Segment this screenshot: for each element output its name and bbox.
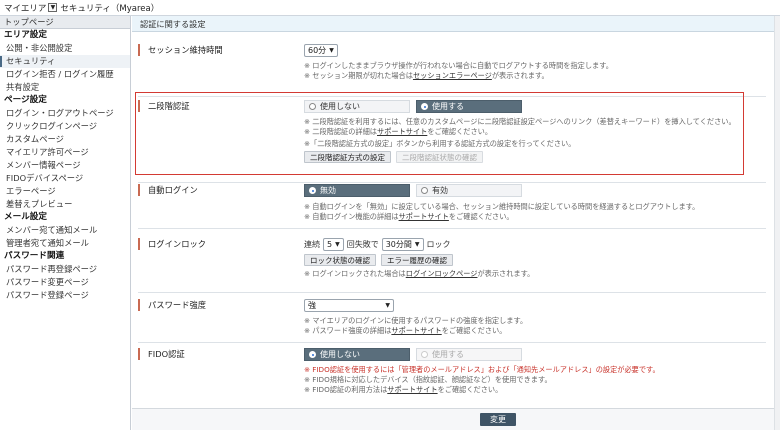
lock-page-link[interactable]: ログインロックページ bbox=[406, 269, 478, 278]
password-note-2: ※ パスワード強度の詳細はサポートサイトをご確認ください。 bbox=[304, 326, 507, 335]
session-note-2: ※ セッション期限が切れた場合はセッションエラーページが表示されます。 bbox=[304, 71, 549, 80]
autologin-note-1: ※ 自動ログインを「無効」に設定している場合、セッション維持時間に設定している時… bbox=[304, 202, 700, 211]
footer-bar: 変更 bbox=[132, 408, 774, 430]
autologin-off-radio[interactable]: 無効 bbox=[304, 184, 410, 197]
sidebar-item-admin-mail[interactable]: 管理者宛て通知メール bbox=[0, 237, 130, 250]
divider bbox=[138, 228, 766, 229]
fido-note-2: ※ FIDO規格に対応したデバイス（指紋認証、顔認証など）を使用できます。 bbox=[304, 375, 552, 384]
area-dropdown-icon[interactable]: ▼ bbox=[48, 3, 58, 12]
lock-text-1: 連続 bbox=[304, 240, 320, 249]
top-bar: マイエリア ▼ セキュリティ（Myarea） bbox=[0, 0, 780, 16]
sidebar-heading-mail: メール設定 bbox=[4, 212, 47, 222]
fido-support-link[interactable]: サポートサイト bbox=[387, 385, 437, 394]
sidebar-item-allowed[interactable]: マイエリア許可ページ bbox=[0, 146, 130, 159]
sidebar-item-click-login[interactable]: クリックログインページ bbox=[0, 120, 130, 133]
divider bbox=[138, 182, 766, 183]
fido-off-radio[interactable]: 使用しない bbox=[304, 348, 410, 361]
sidebar-item-visibility[interactable]: 公開・非公開設定 bbox=[0, 42, 130, 55]
divider bbox=[138, 342, 766, 343]
password-label: パスワード強度 bbox=[138, 299, 288, 311]
password-note-1: ※ マイエリアのログインに使用するパスワードの強度を指定します。 bbox=[304, 316, 528, 325]
panel-header: 認証に関する設定 bbox=[132, 16, 774, 32]
lock-count-select[interactable]: 5 ▼ bbox=[323, 238, 344, 251]
sidebar-item-security[interactable]: セキュリティ bbox=[0, 55, 130, 68]
chevron-down-icon: ▼ bbox=[385, 302, 390, 309]
sidebar-item-member-mail[interactable]: メンバー宛て通知メール bbox=[0, 224, 130, 237]
autologin-note-2: ※ 自動ログイン機能の詳細はサポートサイトをご確認ください。 bbox=[304, 212, 514, 221]
submit-button[interactable]: 変更 bbox=[480, 413, 516, 426]
divider bbox=[138, 292, 766, 293]
fido-note-3: ※ FIDO認証の利用方法はサポートサイトをご確認ください。 bbox=[304, 385, 503, 394]
lock-label: ログインロック bbox=[138, 238, 288, 250]
session-label: セッション維持時間 bbox=[138, 44, 288, 56]
section-title: セキュリティ（Myarea） bbox=[60, 3, 160, 14]
sidebar-item-pw-reregister[interactable]: パスワード再登録ページ bbox=[0, 263, 130, 276]
sidebar-item-login-logout[interactable]: ログイン・ログアウトページ bbox=[0, 107, 130, 120]
sidebar-item-error[interactable]: エラーページ bbox=[0, 185, 130, 198]
sidebar-heading-page: ページ設定 bbox=[4, 95, 47, 105]
lock-note: ※ ログインロックされた場合はログインロックページが表示されます。 bbox=[304, 269, 535, 278]
password-strength-select[interactable]: 強 ▼ bbox=[304, 299, 394, 312]
sidebar-item-top[interactable]: トップページ bbox=[0, 16, 130, 29]
session-error-link[interactable]: セッションエラーページ bbox=[413, 71, 492, 80]
sidebar-heading-password: パスワード関連 bbox=[4, 251, 65, 261]
fido-label: FIDO認証 bbox=[138, 348, 288, 360]
session-duration-select[interactable]: 60分 ▼ bbox=[304, 44, 338, 57]
main-panel: 認証に関する設定 セッション維持時間 60分 ▼ ※ ログインしたままブラウザ操作… bbox=[132, 16, 774, 408]
scrollbar[interactable] bbox=[774, 16, 780, 430]
lock-status-button[interactable]: ロック状態の確認 bbox=[304, 254, 376, 266]
lock-history-button[interactable]: エラー履歴の確認 bbox=[381, 254, 453, 266]
sidebar-item-pw-change[interactable]: パスワード変更ページ bbox=[0, 276, 130, 289]
lock-duration-select[interactable]: 30分間 ▼ bbox=[381, 238, 424, 251]
sidebar-item-sharing[interactable]: 共有設定 bbox=[0, 81, 130, 94]
fido-on-radio[interactable]: 使用する bbox=[416, 348, 522, 361]
sidebar-item-preview[interactable]: 差替えプレビュー bbox=[0, 198, 130, 211]
sidebar-item-fido-device[interactable]: FIDOデバイスページ bbox=[0, 172, 130, 185]
autologin-on-radio[interactable]: 有効 bbox=[416, 184, 522, 197]
session-note-1: ※ ログインしたままブラウザ操作が行われない場合に自動でログアウトする時間を指定… bbox=[304, 61, 613, 70]
radio-icon bbox=[421, 351, 428, 358]
password-support-link[interactable]: サポートサイト bbox=[391, 326, 441, 335]
lock-text-2: 回失敗で bbox=[346, 240, 379, 249]
sidebar-item-login-deny[interactable]: ログイン拒否 / ログイン履歴 bbox=[0, 68, 130, 81]
sidebar: トップページ エリア設定 公開・非公開設定 セキュリティ ログイン拒否 / ログ… bbox=[0, 16, 131, 430]
sidebar-item-custom[interactable]: カスタムページ bbox=[0, 133, 130, 146]
chevron-down-icon: ▼ bbox=[329, 47, 334, 54]
chevron-down-icon: ▼ bbox=[335, 241, 340, 248]
app-title: マイエリア bbox=[4, 3, 47, 14]
radio-icon bbox=[421, 187, 428, 194]
sidebar-heading-area: エリア設定 bbox=[4, 30, 47, 40]
sidebar-item-member-info[interactable]: メンバー情報ページ bbox=[0, 159, 130, 172]
sidebar-item-pw-register[interactable]: パスワード登録ページ bbox=[0, 289, 130, 302]
autologin-label: 自動ログイン bbox=[138, 184, 288, 196]
highlight-box bbox=[135, 92, 744, 175]
fido-note-1: ※ FIDO認証を使用するには「管理者のメールアドレス」および「通知先メールアド… bbox=[304, 365, 660, 374]
radio-checked-icon bbox=[309, 187, 316, 194]
lock-text-3: ロック bbox=[426, 240, 451, 249]
chevron-down-icon: ▼ bbox=[414, 241, 420, 248]
radio-checked-icon bbox=[309, 351, 316, 358]
autologin-support-link[interactable]: サポートサイト bbox=[399, 212, 449, 221]
